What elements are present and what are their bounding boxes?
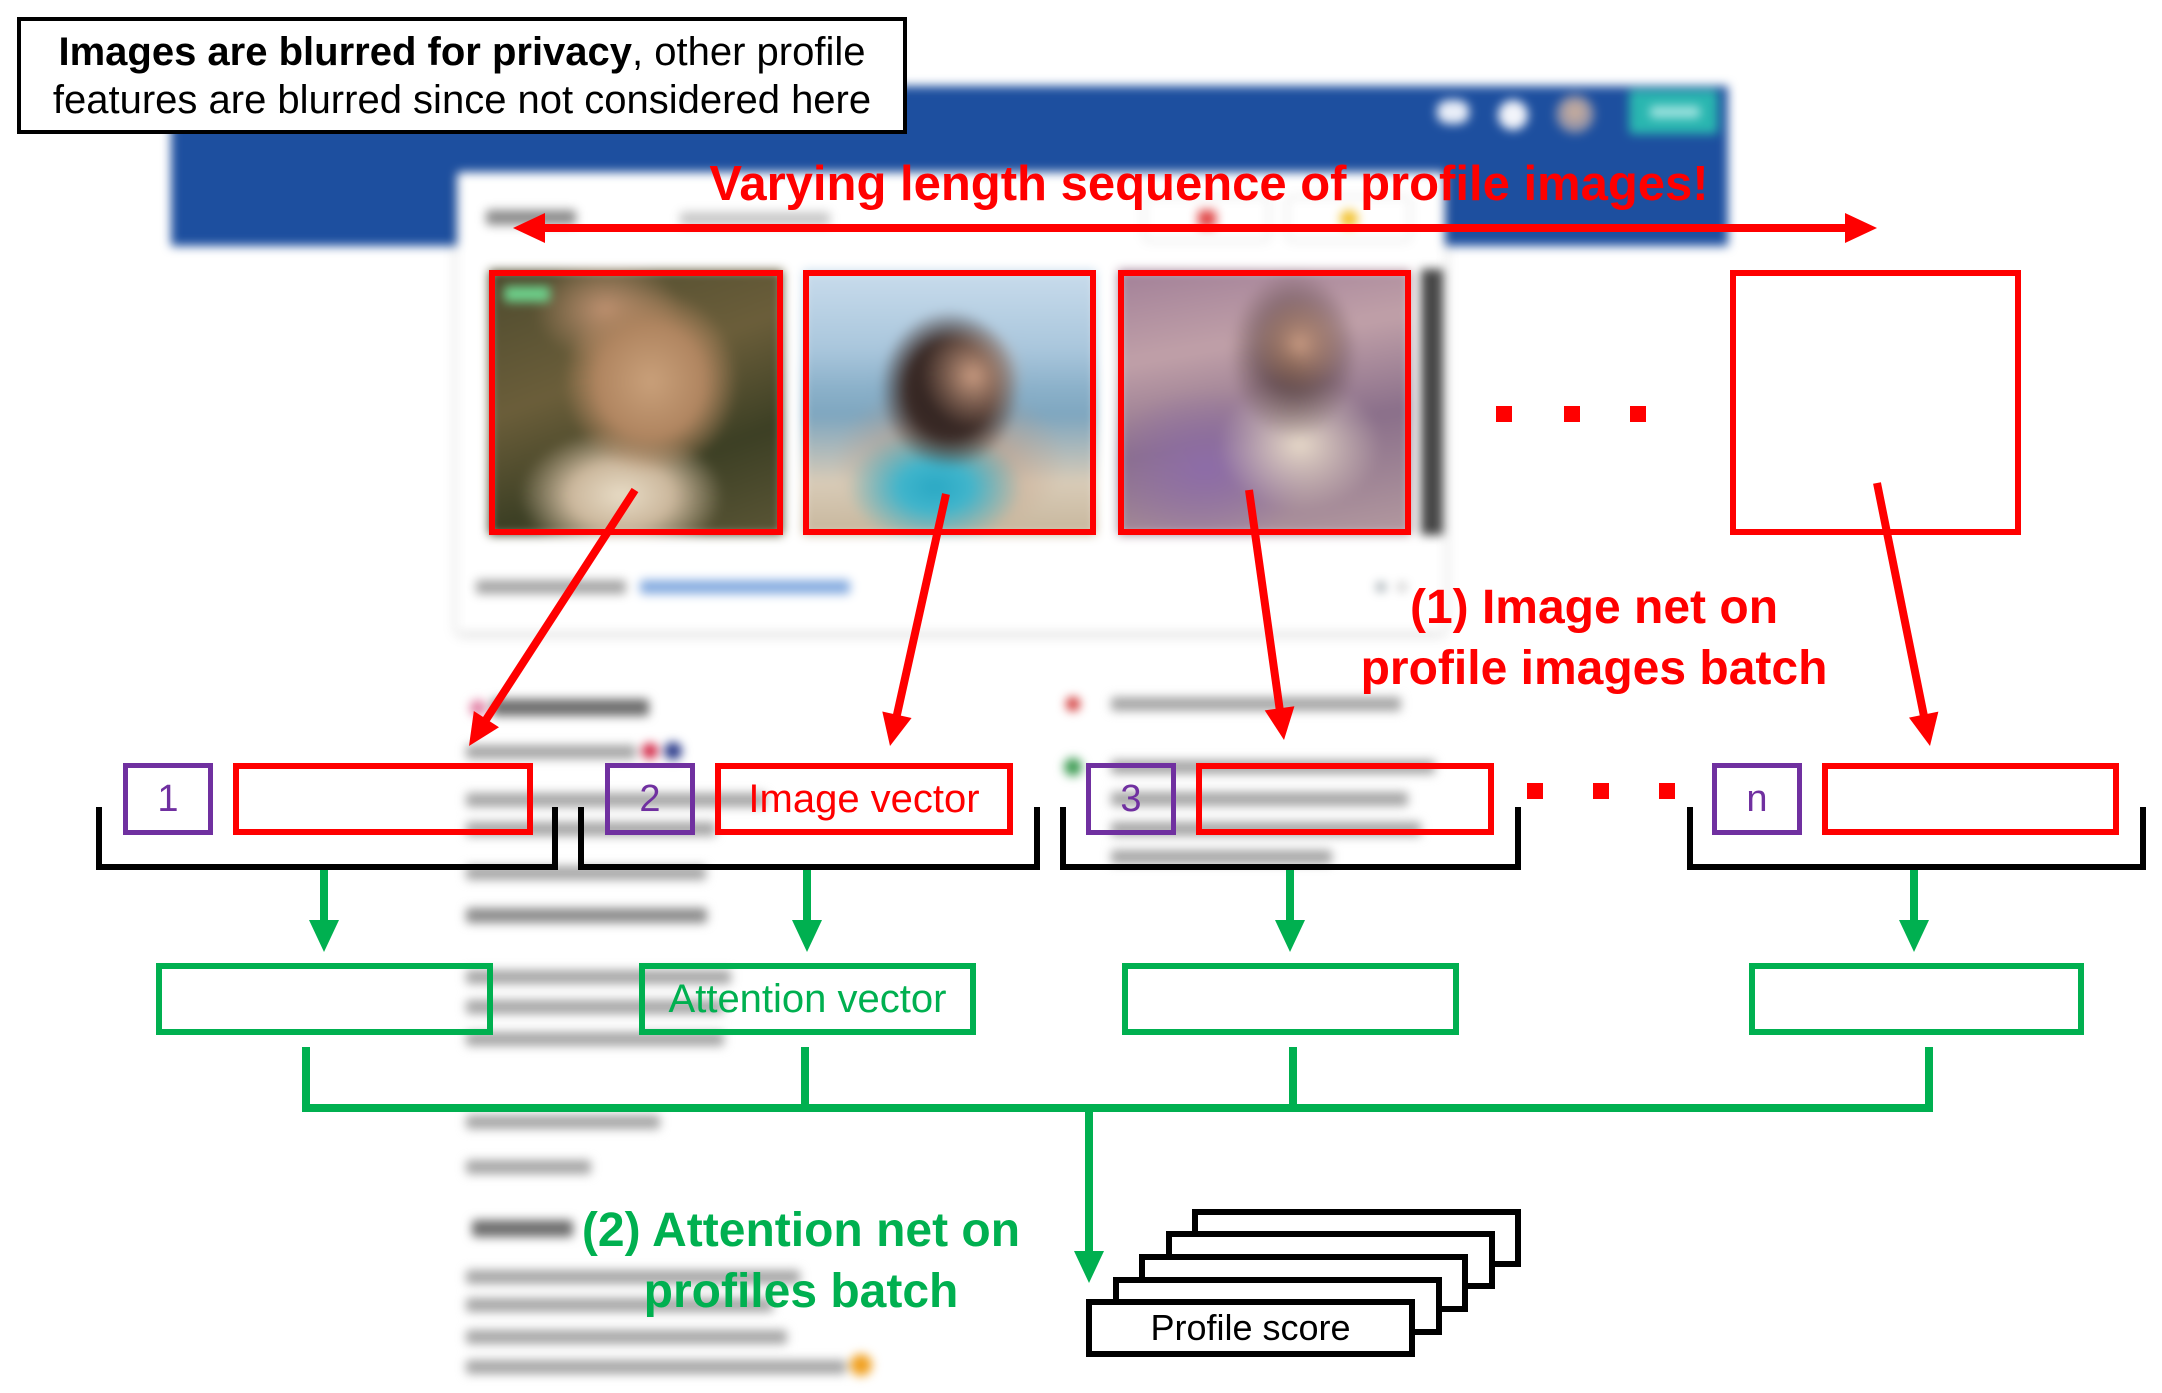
sequence-length-double-arrow [513, 213, 1877, 243]
image-net-arrow-1-shaft [481, 487, 639, 724]
attention-arrow-2 [792, 870, 822, 952]
attention-arrow-1 [309, 870, 339, 952]
sequence-length-double-arrow-tail-head [513, 213, 545, 243]
attention-arrow-3 [1275, 870, 1305, 952]
image-net-arrow-n-shaft [1873, 482, 1928, 718]
sequence-length-double-arrow-head [1845, 213, 1877, 243]
image-net-arrow-3-shaft [1245, 489, 1284, 711]
profile-bracket-2 [578, 807, 1040, 870]
image-net-arrow-n-head [1908, 711, 1939, 746]
image-net-arrow-2 [882, 493, 950, 746]
profile-bracket-1 [96, 807, 558, 870]
image-net-arrow-1 [469, 487, 639, 746]
profile-bracket-3 [1060, 807, 1521, 870]
attention-arrow-n [1899, 870, 1929, 952]
attention-net-output-arrow [1074, 1108, 1104, 1283]
attention-arrow-2-head [792, 920, 822, 952]
image-net-arrow-2-head [882, 711, 912, 746]
image-net-arrow-n [1873, 482, 1939, 746]
profile-bracket-n [1687, 807, 2146, 870]
attention-arrow-3-head [1275, 920, 1305, 952]
attention-arrow-1-head [309, 920, 339, 952]
diagram-canvas: Images are blurred for privacy, other pr… [0, 0, 2162, 1393]
connector-layer [96, 213, 2146, 1283]
attention-arrow-n-head [1899, 920, 1929, 952]
attention-combiner [302, 1047, 1933, 1112]
image-net-arrow-3 [1245, 489, 1295, 740]
image-net-arrow-3-head [1264, 706, 1295, 740]
attention-net-output-arrow-head [1074, 1251, 1104, 1283]
image-net-arrow-2-shaft [892, 493, 950, 718]
